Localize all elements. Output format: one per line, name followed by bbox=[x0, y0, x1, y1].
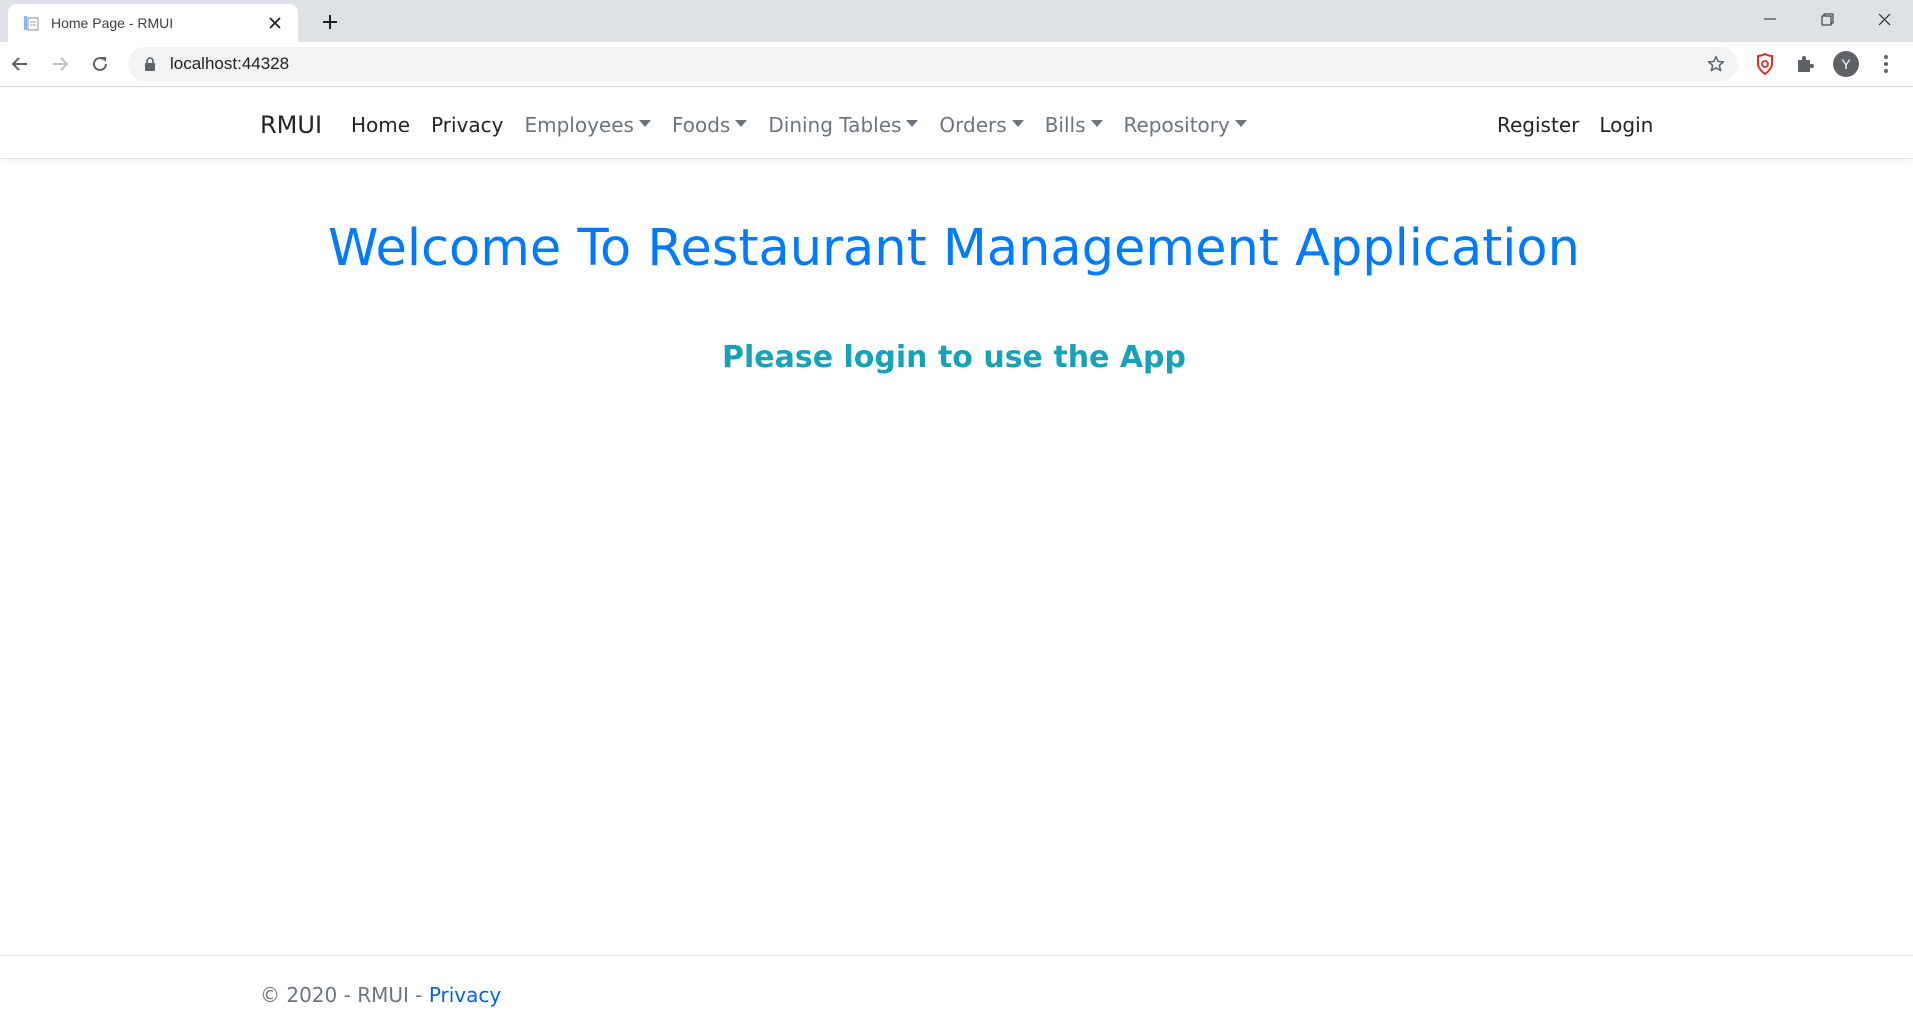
nav-employees-label: Employees bbox=[524, 113, 634, 137]
nav-orders-label: Orders bbox=[939, 113, 1007, 137]
nav-privacy[interactable]: Privacy bbox=[431, 113, 503, 137]
brand-link[interactable]: RMUI bbox=[260, 111, 322, 139]
star-icon[interactable] bbox=[1704, 52, 1728, 76]
nav-repository-dropdown[interactable]: Repository bbox=[1124, 113, 1247, 137]
login-prompt: Please login to use the App bbox=[721, 340, 1187, 375]
nav-bills-label: Bills bbox=[1044, 113, 1086, 137]
reload-icon[interactable] bbox=[84, 48, 116, 80]
window-close-icon[interactable] bbox=[1856, 0, 1912, 38]
profile-initial: Y bbox=[1833, 51, 1859, 77]
caret-down-icon bbox=[638, 119, 651, 127]
tab-title: Home Page - RMUI bbox=[51, 15, 174, 31]
nav-employees-dropdown[interactable]: Employees bbox=[524, 113, 651, 137]
footer-copyright: © 2020 - RMUI - bbox=[260, 983, 429, 1007]
caret-down-icon bbox=[1234, 119, 1247, 127]
lock-icon[interactable] bbox=[142, 56, 158, 72]
nav-home[interactable]: Home bbox=[351, 113, 410, 137]
minimize-icon[interactable] bbox=[1742, 0, 1798, 38]
footer: © 2020 - RMUI - Privacy bbox=[0, 955, 1913, 1027]
nav-foods-label: Foods bbox=[671, 113, 731, 137]
back-arrow-icon[interactable] bbox=[4, 48, 36, 80]
login-link[interactable]: Login bbox=[1599, 113, 1653, 137]
site-navbar: RMUI Home Privacy Employees Foods Dining… bbox=[0, 88, 1913, 159]
caret-down-icon bbox=[906, 119, 919, 127]
nav-privacy-label: Privacy bbox=[431, 113, 504, 137]
close-icon[interactable] bbox=[264, 12, 286, 34]
nav-foods-dropdown[interactable]: Foods bbox=[671, 113, 748, 137]
restore-icon[interactable] bbox=[1799, 0, 1855, 38]
forward-arrow-icon[interactable] bbox=[44, 48, 76, 80]
browser-tabstrip: Home Page - RMUI bbox=[0, 0, 1913, 42]
kebab-menu-icon[interactable] bbox=[1872, 50, 1900, 78]
nav-dining-tables-label: Dining Tables bbox=[768, 113, 902, 137]
nav-repository-label: Repository bbox=[1123, 113, 1230, 137]
caret-down-icon bbox=[1090, 119, 1103, 127]
url-text[interactable]: localhost:44328 bbox=[170, 54, 289, 74]
footer-text: © 2020 - RMUI - Privacy bbox=[260, 983, 501, 1007]
auth-links: Register Login bbox=[1497, 113, 1673, 137]
plus-icon[interactable] bbox=[316, 8, 344, 36]
puzzle-icon[interactable] bbox=[1791, 50, 1819, 78]
footer-privacy-link[interactable]: Privacy bbox=[429, 983, 501, 1007]
profile-avatar[interactable]: Y bbox=[1832, 50, 1860, 78]
browser-toolbar: localhost:44328 Y bbox=[0, 42, 1913, 87]
document-icon bbox=[21, 13, 41, 33]
page-title: Welcome To Restaurant Management Applica… bbox=[328, 219, 1580, 278]
nav-links: Home Privacy Employees Foods Dining Tabl… bbox=[351, 113, 1268, 137]
register-link[interactable]: Register bbox=[1497, 113, 1579, 137]
nav-bills-dropdown[interactable]: Bills bbox=[1045, 113, 1103, 137]
red-shield-extension-icon[interactable] bbox=[1751, 50, 1779, 78]
nav-dining-tables-dropdown[interactable]: Dining Tables bbox=[768, 113, 919, 137]
nav-orders-dropdown[interactable]: Orders bbox=[939, 113, 1024, 137]
address-bar[interactable]: localhost:44328 bbox=[128, 47, 1738, 81]
nav-home-label: Home bbox=[351, 113, 411, 137]
browser-tab[interactable]: Home Page - RMUI bbox=[8, 4, 298, 42]
caret-down-icon bbox=[735, 119, 748, 127]
caret-down-icon bbox=[1011, 119, 1024, 127]
